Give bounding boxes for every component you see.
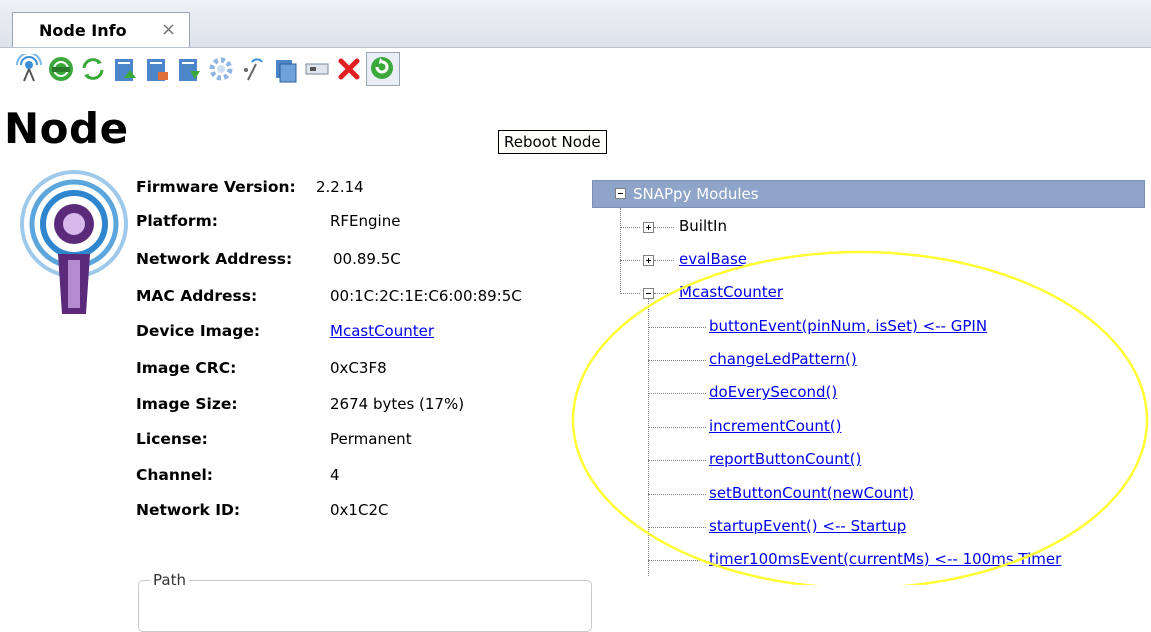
reboot-icon[interactable] bbox=[366, 52, 400, 86]
tree-line bbox=[620, 260, 640, 261]
function-link[interactable]: changeLedPattern() bbox=[709, 350, 857, 368]
path-groupbox bbox=[138, 580, 592, 632]
image-crc-value: 0xC3F8 bbox=[330, 359, 387, 377]
tree-line bbox=[648, 393, 706, 394]
tree-line bbox=[648, 494, 706, 495]
tree-line bbox=[648, 360, 706, 361]
image-size-value: 2674 bytes (17%) bbox=[330, 395, 465, 413]
network-id-label: Network ID: bbox=[136, 501, 241, 519]
tree-root-snappy-modules[interactable]: SNAPpy Modules bbox=[592, 180, 1145, 208]
console-icon[interactable] bbox=[302, 54, 332, 84]
tree-line bbox=[648, 327, 706, 328]
tree-item-evalbase[interactable]: evalBase bbox=[679, 250, 747, 268]
image-crc-label: Image CRC: bbox=[136, 359, 237, 377]
tree-line bbox=[620, 293, 640, 294]
function-link[interactable]: setButtonCount(newCount) bbox=[709, 484, 914, 502]
tree-item-mcastcounter[interactable]: McastCounter bbox=[679, 283, 783, 301]
function-link[interactable]: incrementCount() bbox=[709, 417, 841, 435]
function-link[interactable]: reportButtonCount() bbox=[709, 450, 861, 468]
image-size-label: Image Size: bbox=[136, 395, 238, 413]
channel-value: 4 bbox=[330, 466, 340, 484]
function-link[interactable]: startupEvent() <-- Startup bbox=[709, 517, 906, 535]
function-link[interactable]: timer100msEvent(currentMs) <-- 100ms Tim… bbox=[709, 550, 1061, 568]
settings-gear-icon[interactable] bbox=[206, 54, 236, 84]
radio-link-icon[interactable] bbox=[238, 54, 268, 84]
tree-line bbox=[654, 227, 674, 228]
tree-line bbox=[620, 208, 621, 294]
tree-item-builtin[interactable]: BuiltIn bbox=[679, 217, 727, 235]
tree-line bbox=[654, 293, 674, 294]
network-address-label: Network Address: bbox=[136, 250, 293, 268]
expand-icon[interactable] bbox=[643, 222, 654, 233]
tree-line bbox=[648, 299, 649, 576]
tab-node-info[interactable]: Node Info × bbox=[12, 12, 190, 47]
tree-line bbox=[620, 227, 640, 228]
device-image-link[interactable]: McastCounter bbox=[330, 322, 434, 340]
delete-icon[interactable] bbox=[334, 54, 364, 84]
tab-label: Node Info bbox=[39, 21, 127, 40]
tree-line bbox=[648, 460, 706, 461]
network-address-value: 00.89.5C bbox=[333, 250, 401, 268]
upload-script-icon[interactable] bbox=[110, 54, 140, 84]
expand-icon[interactable] bbox=[643, 255, 654, 266]
broadcast-icon[interactable] bbox=[46, 54, 76, 84]
firmware-value: 2.2.14 bbox=[316, 178, 364, 196]
path-title: Path bbox=[150, 571, 189, 589]
reboot-tooltip: Reboot Node bbox=[498, 130, 607, 154]
mac-address-value: 00:1C:2C:1E:C6:00:89:5C bbox=[330, 287, 522, 305]
license-label: License: bbox=[136, 430, 208, 448]
function-link[interactable]: doEverySecond() bbox=[709, 383, 837, 401]
download-script-icon[interactable] bbox=[174, 54, 204, 84]
device-image-label: Device Image: bbox=[136, 322, 261, 340]
tree-line bbox=[648, 527, 706, 528]
tree-root-label: SNAPpy Modules bbox=[633, 185, 759, 203]
channel-label: Channel: bbox=[136, 466, 213, 484]
function-link[interactable]: buttonEvent(pinNum, isSet) <-- GPIN bbox=[709, 317, 987, 335]
mac-address-label: MAC Address: bbox=[136, 287, 258, 305]
ping-icon[interactable] bbox=[14, 54, 44, 84]
tree-line bbox=[654, 260, 674, 261]
page-title: Node bbox=[4, 104, 129, 153]
network-id-value: 0x1C2C bbox=[330, 501, 389, 519]
firmware-label: Firmware Version: bbox=[136, 178, 296, 196]
tree-line bbox=[648, 427, 706, 428]
tree-line bbox=[648, 560, 706, 561]
tab-strip: Node Info × bbox=[0, 0, 1151, 48]
collapse-icon[interactable] bbox=[615, 188, 626, 199]
close-icon[interactable]: × bbox=[161, 19, 176, 40]
node-info-icon bbox=[18, 168, 130, 318]
collapse-icon[interactable] bbox=[643, 288, 654, 299]
platform-value: RFEngine bbox=[330, 212, 401, 230]
toolbar bbox=[0, 48, 1151, 104]
license-value: Permanent bbox=[330, 430, 412, 448]
erase-script-icon[interactable] bbox=[142, 54, 172, 84]
clipboard-icon[interactable] bbox=[270, 54, 300, 84]
refresh-icon[interactable] bbox=[78, 54, 108, 84]
platform-label: Platform: bbox=[136, 212, 218, 230]
